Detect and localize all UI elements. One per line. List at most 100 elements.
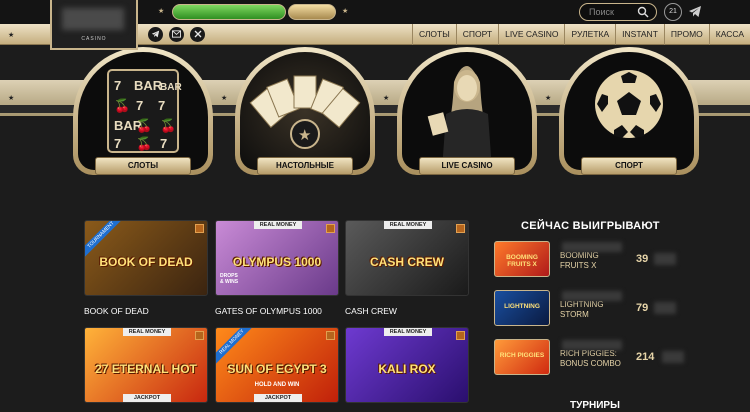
category-table-games-label: НАСТОЛЬНЫЕ: [257, 157, 353, 175]
star-icon: ★: [158, 8, 165, 15]
winner-thumb-text: LIGHTNING: [504, 303, 540, 310]
star-icon: ★: [383, 95, 390, 102]
dealer-icon: [427, 66, 492, 170]
category-table-games[interactable]: ★ НАСТОЛЬНЫЕ: [235, 47, 375, 187]
star-icon: ★: [545, 95, 552, 102]
game-art-title: 27 ETERNAL HOT: [95, 362, 197, 376]
x-social-button[interactable]: [190, 27, 205, 42]
game-card[interactable]: BOOK OF DEAD TOURNAMENT: [84, 220, 208, 296]
winner-game-thumbnail[interactable]: LIGHTNING: [494, 290, 550, 326]
category-slots-label: СЛОТЫ: [95, 157, 191, 175]
search-box[interactable]: Поиск: [579, 3, 657, 21]
tournaments-title: ТУРНИРЫ: [570, 400, 620, 411]
svg-text:BAR: BAR: [160, 82, 182, 93]
winner-game-name-line2: BONUS COMBO: [560, 359, 621, 368]
winner-username-hidden: [562, 242, 622, 252]
game-card[interactable]: CASH CREW REAL MONEY: [345, 220, 469, 296]
soccer-ball-icon: [595, 70, 663, 138]
menu-item-sport[interactable]: СПОРТ: [455, 24, 498, 45]
winner-game-thumbnail[interactable]: BOOMING FRUITS X: [494, 241, 550, 277]
svg-text:🍒: 🍒: [114, 98, 130, 114]
real-money-badge: REAL MONEY: [123, 328, 171, 336]
category-ring: [397, 47, 537, 175]
winner-amount-hidden: [654, 253, 676, 265]
svg-text:7: 7: [160, 136, 167, 151]
winner-username-hidden: [562, 291, 622, 301]
star-icon: ★: [8, 32, 15, 39]
category-sport[interactable]: СПОРТ: [559, 47, 699, 187]
search-placeholder: Поиск: [589, 7, 614, 17]
game-name[interactable]: BOOK OF DEAD: [84, 306, 149, 316]
category-live-casino[interactable]: LIVE CASINO: [397, 47, 537, 187]
winner-game-thumbnail[interactable]: RICH PIGGIES: [494, 339, 550, 375]
svg-text:7: 7: [114, 136, 121, 151]
jackpot-badge: JACKPOT: [254, 394, 302, 402]
real-money-badge: REAL MONEY: [384, 221, 432, 229]
casino-logo[interactable]: CASINO: [50, 0, 138, 50]
winner-game-name-line1: BOOMING: [560, 251, 599, 260]
telegram-icon[interactable]: [688, 5, 702, 18]
favorite-icon[interactable]: [456, 224, 465, 233]
favorite-icon[interactable]: [326, 331, 335, 340]
main-menu: СЛОТЫ СПОРТ LIVE CASINO РУЛЕТКА INSTANT …: [411, 24, 750, 45]
logo-mark: [62, 8, 124, 30]
game-art-title: CASH CREW: [370, 255, 444, 269]
promo-button-green[interactable]: [172, 4, 286, 20]
favorite-icon[interactable]: [195, 331, 204, 340]
winner-game-name-line2: FRUITS X: [560, 261, 597, 270]
svg-text:7: 7: [158, 98, 165, 113]
menu-item-instant[interactable]: INSTANT: [615, 24, 664, 45]
game-card[interactable]: OLYMPUS 1000 REAL MONEY DROPS & WINS: [215, 220, 339, 296]
winner-game-name: RICH PIGGIES: BONUS COMBO: [560, 349, 621, 369]
game-art-title: SUN OF EGYPT 3: [227, 362, 327, 376]
winner-amount: 214: [636, 351, 655, 363]
search-icon[interactable]: [637, 6, 649, 18]
winner-game-name-line1: RICH PIGGIES:: [560, 349, 617, 358]
slot-machine-icon: 7 BARBAR 🍒 7 7 BAR🍒 🍒 7 🍒 7: [107, 69, 182, 153]
game-name[interactable]: CASH CREW: [345, 306, 397, 316]
svg-text:🍒: 🍒: [160, 118, 176, 134]
logo-caption: CASINO: [81, 36, 107, 42]
winner-thumb-text: RICH PIGGIES: [499, 352, 545, 359]
promo-button-gold[interactable]: [288, 4, 336, 20]
game-art-title: KALI ROX: [378, 362, 436, 376]
star-icon: ★: [221, 95, 228, 102]
game-card[interactable]: KALI ROX REAL MONEY: [345, 327, 469, 403]
telegram-social-button[interactable]: [148, 27, 163, 42]
winner-username-hidden: [562, 340, 622, 350]
category-ring: 7 BAR BAR 🍒 7 7 BAR 🍒 🍒 7 🍒 7: [73, 47, 213, 175]
winners-title: СЕЙЧАС ВЫИГРЫВАЮТ: [521, 220, 660, 232]
favorite-icon[interactable]: [195, 224, 204, 233]
winner-game-name-line1: LIGHTNING: [560, 300, 604, 309]
winner-game-name: LIGHTNING STORM: [560, 300, 604, 320]
menu-item-live-casino[interactable]: LIVE CASINO: [498, 24, 564, 45]
cards-icon: ★: [249, 75, 361, 149]
game-name[interactable]: GATES OF OLYMPUS 1000: [215, 306, 322, 316]
mail-icon: [172, 30, 181, 38]
drops-wins-tag: DROPS & WINS: [220, 273, 239, 285]
svg-text:BAR: BAR: [134, 78, 163, 93]
game-card[interactable]: 27 ETERNAL HOT REAL MONEY JACKPOT: [84, 327, 208, 403]
winner-amount-hidden: [662, 351, 684, 363]
category-slots[interactable]: 7 BAR BAR 🍒 7 7 BAR 🍒 🍒 7 🍒 7 СЛОТЫ: [73, 47, 213, 187]
menu-item-cashier[interactable]: КАССА: [708, 24, 750, 45]
mail-social-button[interactable]: [169, 27, 184, 42]
star-icon: ★: [342, 8, 349, 15]
svg-text:🍒: 🍒: [136, 118, 152, 134]
star-icon: ★: [8, 95, 15, 102]
game-art-title: BOOK OF DEAD: [99, 255, 193, 269]
category-sport-label: СПОРТ: [581, 157, 677, 175]
menu-item-roulette[interactable]: РУЛЕТКА: [564, 24, 615, 45]
winner-thumb-text: BOOMING FRUITS X: [506, 254, 538, 268]
game-card[interactable]: SUN OF EGYPT 3 HOLD AND WIN REAL MONEY JACK…: [215, 327, 339, 403]
menu-item-promo[interactable]: ПРОМО: [663, 24, 709, 45]
menu-item-slots[interactable]: СЛОТЫ: [411, 24, 456, 45]
svg-text:7: 7: [136, 98, 143, 113]
favorite-icon[interactable]: [326, 224, 335, 233]
svg-text:★: ★: [298, 127, 311, 144]
game-art-subtitle: HOLD AND WIN: [254, 382, 300, 388]
favorite-icon[interactable]: [456, 331, 465, 340]
winner-game-name-line2: STORM: [560, 310, 589, 319]
winner-amount-hidden: [654, 302, 676, 314]
category-ring: ★: [235, 47, 375, 175]
